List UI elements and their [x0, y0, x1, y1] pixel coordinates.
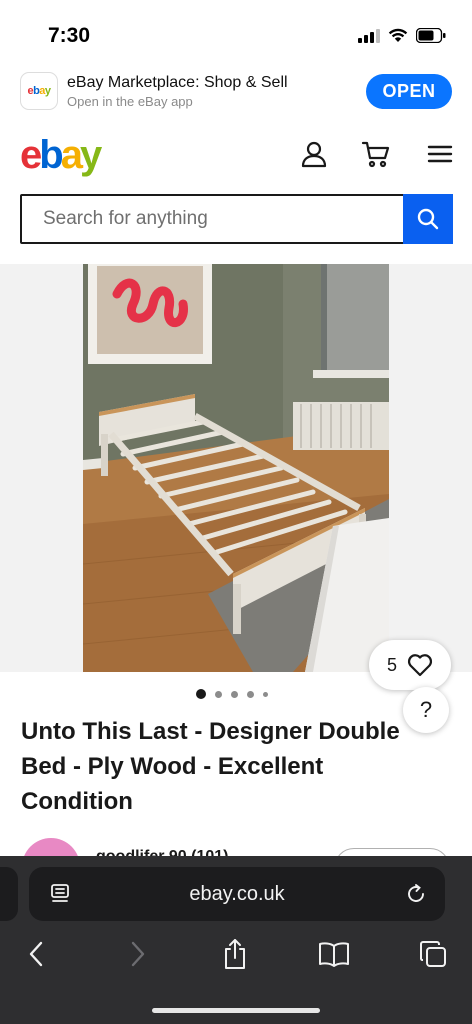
app-install-banner: ebay eBay Marketplace: Shop & Sell Open …: [0, 64, 472, 122]
image-pagination-dots: [196, 689, 268, 699]
tabs-icon: [419, 941, 446, 967]
search-button[interactable]: [403, 194, 453, 244]
cellular-signal-icon: [358, 28, 380, 43]
image-gallery[interactable]: [0, 264, 472, 672]
address-bar[interactable]: ebay.co.uk: [29, 867, 445, 921]
heart-icon: [407, 654, 433, 677]
home-indicator[interactable]: [152, 1008, 320, 1013]
forward-button[interactable]: [118, 936, 158, 972]
search-input[interactable]: [22, 196, 403, 242]
wifi-icon: [388, 28, 408, 42]
image-dot-4[interactable]: [247, 690, 254, 698]
app-banner-subtitle: Open in the eBay app: [67, 94, 193, 109]
url-text: ebay.co.uk: [189, 883, 285, 905]
back-button[interactable]: [16, 936, 56, 972]
account-icon[interactable]: [298, 138, 330, 170]
reload-icon[interactable]: [405, 883, 427, 905]
forward-icon: [131, 941, 145, 967]
bookmarks-button[interactable]: [314, 936, 354, 972]
battery-icon: [416, 28, 446, 43]
back-icon: [29, 941, 43, 967]
status-bar: 7:30: [0, 0, 472, 60]
ebay-logo[interactable]: ebay: [20, 132, 102, 178]
bookmarks-icon: [319, 942, 349, 967]
cart-icon[interactable]: [360, 138, 392, 170]
menu-icon[interactable]: [424, 138, 456, 170]
image-dot-3[interactable]: [231, 690, 238, 698]
listing-photo-bed[interactable]: [83, 264, 389, 672]
search-icon: [417, 208, 439, 230]
image-dot-5[interactable]: [263, 691, 268, 697]
listing-title: Unto This Last - Designer Double Bed - P…: [21, 718, 400, 815]
status-icons: [358, 28, 446, 43]
previous-tab-peek[interactable]: [0, 867, 18, 921]
share-button[interactable]: [215, 936, 255, 972]
image-dot-1[interactable]: [196, 689, 206, 699]
search-bar: [20, 194, 453, 244]
image-dot-2[interactable]: [215, 690, 222, 698]
watch-button[interactable]: 5: [369, 640, 451, 690]
status-time: 7:30: [48, 24, 91, 47]
open-app-button[interactable]: OPEN: [366, 74, 452, 109]
browser-toolbar: ebay.co.uk: [0, 856, 472, 1024]
watch-count: 5: [386, 654, 397, 675]
tabs-button[interactable]: [413, 936, 453, 972]
ebay-app-icon: ebay: [20, 72, 58, 110]
share-icon: [225, 939, 245, 969]
site-header: ebay: [0, 128, 472, 188]
app-banner-title: eBay Marketplace: Shop & Sell: [67, 74, 288, 91]
